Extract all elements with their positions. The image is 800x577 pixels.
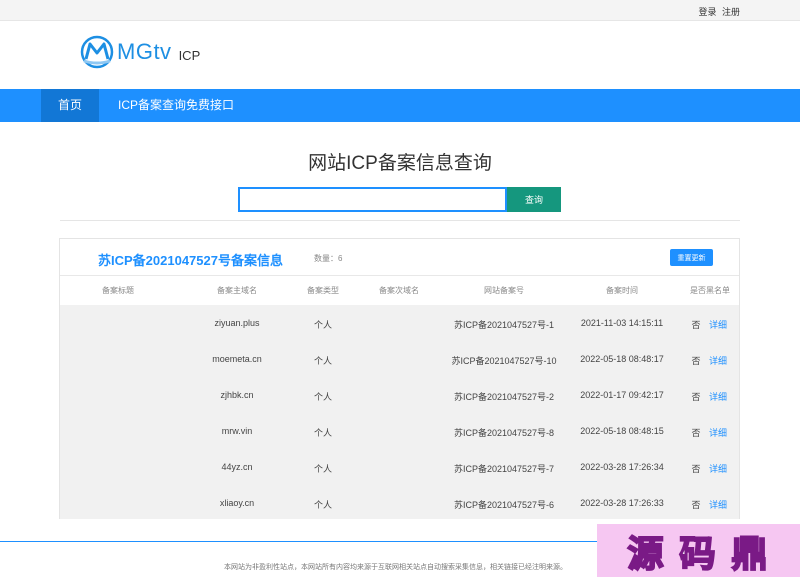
table-row: ziyuan.plus 个人 苏ICP备2021047527号-1 2021-11-0…	[60, 305, 739, 341]
table-header: 备案标题 备案主域名 备案类型 备案次域名 网站备案号 备案时间 是否黑名单	[60, 285, 739, 297]
nav-home[interactable]: 首页	[41, 89, 99, 122]
column-header: 备案主域名	[217, 286, 257, 295]
row-type: 个人	[313, 500, 333, 510]
row-domain: moemeta.cn	[212, 354, 262, 364]
logo-brand: MGtv	[117, 39, 172, 64]
detail-link[interactable]: 详细	[709, 390, 727, 403]
login-link[interactable]: 登录	[698, 7, 716, 17]
result-panel: 苏ICP备2021047527号备案信息 数量：6 重置更新 备案标题 备案主域…	[59, 238, 740, 519]
main-nav: 首页 ICP备案查询免费接口	[0, 89, 800, 122]
detail-link[interactable]: 详细	[709, 318, 727, 331]
row-time: 2022-05-18 08:48:17	[580, 354, 664, 364]
column-header: 备案标题	[102, 286, 134, 295]
row-blacklist: 否	[691, 392, 701, 402]
detail-link[interactable]: 详细	[709, 462, 727, 475]
row-domain: ziyuan.plus	[214, 318, 260, 328]
panel-title: 苏ICP备2021047527号备案信息	[98, 253, 283, 268]
nav-icp-api[interactable]: ICP备案查询免费接口	[100, 89, 252, 122]
record-count: 数量：6	[314, 254, 343, 263]
search-form: 查询	[238, 187, 561, 212]
row-icp-number: 苏ICP备2021047527号-1	[453, 320, 555, 330]
column-header: 备案次域名	[379, 286, 419, 295]
logo-suffix: ICP	[178, 47, 201, 63]
table-row: 44yz.cn 个人 苏ICP备2021047527号-7 2022-03-28 17…	[60, 449, 739, 485]
detail-link[interactable]: 详细	[709, 354, 727, 367]
watermark-logo: 源 码 鼎	[597, 524, 800, 577]
row-icp-number: 苏ICP备2021047527号-7	[453, 464, 555, 474]
row-time: 2021-11-03 14:15:11	[580, 318, 664, 328]
page-title: 网站ICP备案信息查询	[308, 153, 492, 174]
row-type: 个人	[313, 392, 333, 402]
detail-link[interactable]: 详细	[709, 426, 727, 439]
table-row: zjhbk.cn 个人 苏ICP备2021047527号-2 2022-01-17 0…	[60, 377, 739, 413]
watermark-char: 鼎	[730, 533, 770, 576]
mgtv-logo-icon	[80, 35, 114, 69]
row-icp-number: 苏ICP备2021047527号-8	[453, 428, 555, 438]
row-blacklist: 否	[691, 320, 701, 330]
watermark-char: 源	[626, 533, 666, 576]
row-time: 2022-01-17 09:42:17	[580, 390, 664, 400]
footer-disclaimer: 本网站为非盈利性站点，本网站所有内容均来源于互联网相关站点自动搜索采集信息，相关…	[224, 564, 567, 571]
row-icp-number: 苏ICP备2021047527号-2	[453, 392, 555, 402]
table-row: moemeta.cn 个人 苏ICP备2021047527号-10 2022-05-1…	[60, 341, 739, 377]
auth-links: 登录 注册	[695, 5, 740, 18]
column-header: 网站备案号	[484, 286, 524, 295]
row-blacklist: 否	[691, 500, 701, 510]
watermark-char: 码	[678, 533, 718, 576]
row-type: 个人	[313, 356, 333, 366]
row-domain: mrw.vin	[221, 426, 253, 436]
row-domain: xliaoy.cn	[219, 498, 255, 508]
row-blacklist: 否	[691, 464, 701, 474]
divider	[60, 220, 740, 221]
row-type: 个人	[313, 464, 333, 474]
search-input[interactable]	[238, 187, 507, 212]
row-time: 2022-03-28 17:26:34	[580, 462, 664, 472]
table-row: xliaoy.cn 个人 苏ICP备2021047527号-6 2022-03-28 …	[60, 485, 739, 521]
column-header: 备案时间	[606, 286, 638, 295]
column-header: 是否黑名单	[690, 286, 730, 295]
row-type: 个人	[313, 428, 333, 438]
search-button[interactable]: 查询	[507, 187, 561, 212]
row-time: 2022-03-28 17:26:33	[580, 498, 664, 508]
detail-link[interactable]: 详细	[709, 498, 727, 511]
register-link[interactable]: 注册	[722, 7, 740, 17]
column-header: 备案类型	[307, 286, 339, 295]
row-blacklist: 否	[691, 356, 701, 366]
row-time: 2022-05-18 08:48:15	[580, 426, 664, 436]
row-domain: zjhbk.cn	[220, 390, 254, 400]
header: MGtv ICP	[0, 21, 800, 89]
row-blacklist: 否	[691, 428, 701, 438]
refresh-button[interactable]: 重置更新	[670, 249, 713, 266]
row-icp-number: 苏ICP备2021047527号-6	[453, 500, 555, 510]
table-row: mrw.vin 个人 苏ICP备2021047527号-8 2022-05-18 08…	[60, 413, 739, 449]
logo[interactable]: MGtv ICP	[80, 35, 200, 69]
panel-header: 苏ICP备2021047527号备案信息 数量：6 重置更新	[60, 239, 739, 276]
row-icp-number: 苏ICP备2021047527号-10	[451, 356, 557, 366]
row-type: 个人	[313, 320, 333, 330]
table-body: ziyuan.plus 个人 苏ICP备2021047527号-1 2021-11-0…	[60, 305, 739, 519]
row-domain: 44yz.cn	[221, 462, 253, 472]
top-bar: 登录 注册	[0, 0, 800, 21]
